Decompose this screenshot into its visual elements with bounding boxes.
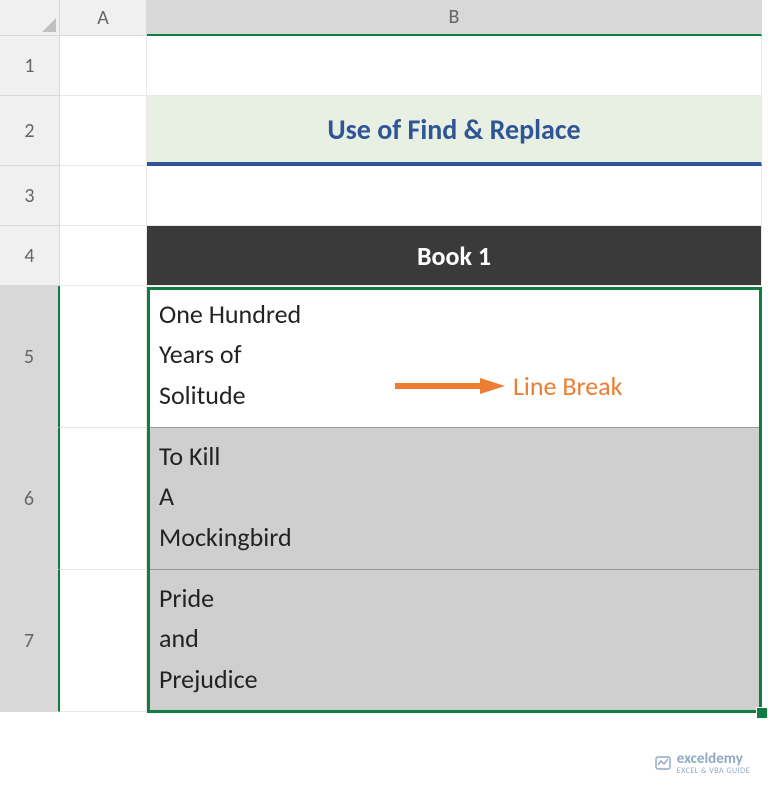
row-header-1[interactable]: 1 (0, 36, 60, 96)
data-cell-book3[interactable]: Pride and Prejudice (147, 570, 762, 712)
cell-text: One Hundred Years of Solitude (159, 298, 301, 411)
row-header-4[interactable]: 4 (0, 226, 60, 286)
cell-A1[interactable] (60, 36, 147, 96)
select-all-corner[interactable] (0, 0, 60, 36)
cell-A2[interactable] (60, 96, 147, 166)
annotation-text: Line Break (513, 370, 622, 402)
title-text: Use of Find & Replace (327, 112, 580, 147)
row-label: 6 (24, 487, 34, 511)
row-label: 1 (24, 54, 34, 78)
row-header-7[interactable]: 7 (0, 570, 60, 712)
cell-A3[interactable] (60, 166, 147, 226)
table-header-cell[interactable]: Book 1 (147, 226, 762, 286)
row-label: 4 (24, 244, 34, 268)
cell-A5[interactable] (60, 286, 147, 428)
annotation-line-break: Line Break (395, 370, 622, 402)
col-header-A[interactable]: A (60, 0, 147, 36)
cell-B1[interactable] (147, 36, 762, 96)
col-label: B (449, 5, 460, 29)
row-header-5[interactable]: 5 (0, 286, 60, 428)
col-header-B[interactable]: B (147, 0, 762, 36)
cell-A7[interactable] (60, 570, 147, 712)
row-label: 2 (24, 119, 34, 143)
cell-A4[interactable] (60, 226, 147, 286)
worksheet-grid: A B 1 2 Use of Find & Replace 3 4 Book 1… (0, 0, 768, 712)
cell-text: To Kill A Mockingbird (159, 440, 292, 553)
table-header-text: Book 1 (417, 240, 491, 272)
cell-B3[interactable] (147, 166, 762, 226)
row-label: 5 (24, 345, 34, 369)
cell-text: Pride and Prejudice (159, 582, 258, 695)
row-header-6[interactable]: 6 (0, 428, 60, 570)
data-cell-book2[interactable]: To Kill A Mockingbird (147, 428, 762, 570)
col-label: A (97, 6, 109, 30)
title-cell[interactable]: Use of Find & Replace (147, 96, 762, 166)
logo-icon (654, 754, 672, 772)
row-label: 7 (24, 629, 34, 653)
watermark: exceldemy EXCEL & VBA GUIDE (654, 750, 750, 776)
row-header-2[interactable]: 2 (0, 96, 60, 166)
watermark-tag: EXCEL & VBA GUIDE (677, 766, 750, 776)
row-label: 3 (24, 184, 34, 208)
data-cell-book1[interactable]: One Hundred Years of Solitude (147, 286, 762, 428)
row-header-3[interactable]: 3 (0, 166, 60, 226)
cell-A6[interactable] (60, 428, 147, 570)
arrow-icon (395, 378, 505, 394)
